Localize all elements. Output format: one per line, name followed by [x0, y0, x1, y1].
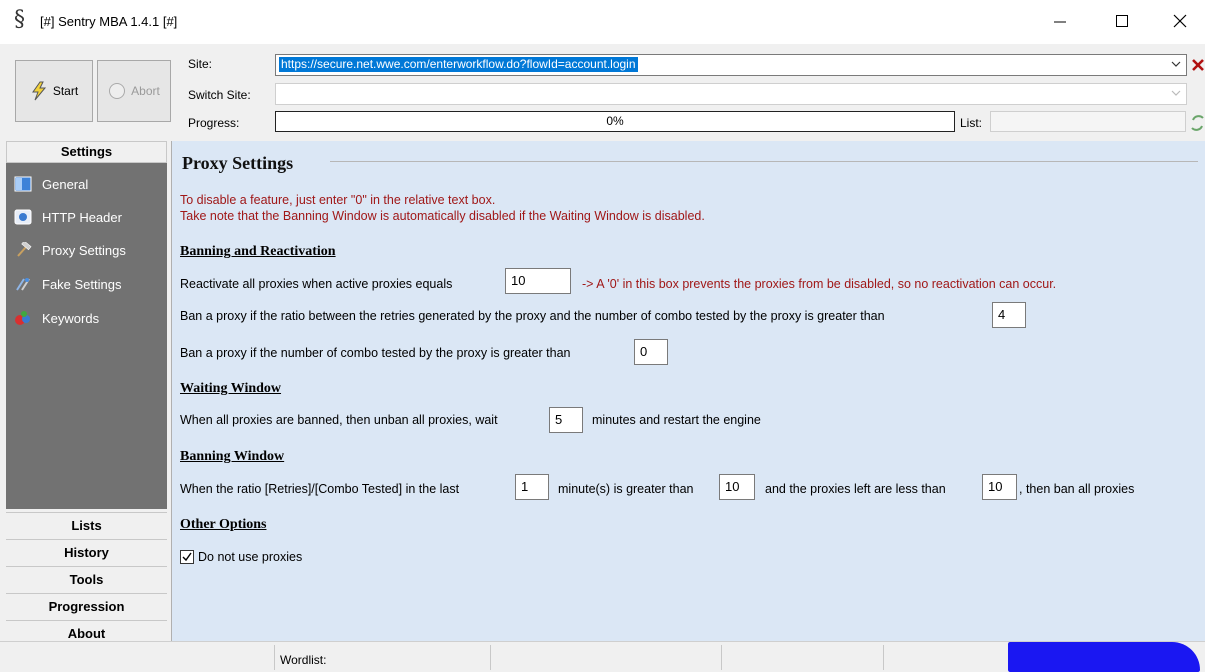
- status-divider: [274, 645, 275, 670]
- title-divider: [330, 161, 1198, 162]
- maximize-button[interactable]: [1102, 6, 1142, 36]
- banning-window-text-1: When the ratio [Retries]/[Combo Tested] …: [180, 482, 460, 496]
- banning-window-text-2: minute(s) is greater than: [558, 482, 694, 496]
- site-combobox[interactable]: https://secure.net.wwe.com/enterworkflow…: [275, 54, 1187, 76]
- sidebar-item-label: Keywords: [42, 310, 100, 326]
- redaction-mark: [1008, 642, 1200, 672]
- window-title: [#] Sentry MBA 1.4.1 [#]: [40, 14, 178, 29]
- list-label: List:: [960, 116, 983, 130]
- ratio-text: Ban a proxy if the ratio between the ret…: [180, 309, 885, 323]
- refresh-icon[interactable]: [1190, 112, 1205, 134]
- status-divider: [490, 645, 491, 670]
- reactivate-input[interactable]: 10: [505, 268, 571, 294]
- fake-settings-icon: [16, 278, 30, 291]
- sidebar-item-label: Fake Settings: [42, 276, 122, 292]
- section-heading-banning: Banning and Reactivation: [180, 244, 336, 259]
- banning-window-proxies-input[interactable]: 10: [982, 474, 1017, 500]
- reactivate-text: Reactivate all proxies when active proxi…: [180, 277, 453, 291]
- chevron-down-icon: [1171, 90, 1181, 96]
- sidebar-header-settings[interactable]: Settings: [6, 141, 167, 163]
- no-proxies-label: Do not use proxies: [198, 550, 303, 564]
- close-button[interactable]: [1160, 6, 1200, 36]
- no-proxies-checkbox[interactable]: [180, 550, 194, 564]
- warning-line-1: To disable a feature, just enter "0" in …: [180, 193, 496, 207]
- sidebar-item-http-header[interactable]: HTTP Header: [6, 202, 167, 232]
- wordlist-label: Wordlist:: [280, 653, 327, 667]
- chevron-down-icon: [1171, 61, 1181, 67]
- sidebar-item-general[interactable]: General: [6, 169, 167, 199]
- sidebar: Settings General HTTP Header Proxy Setti…: [6, 141, 167, 647]
- sidebar-header-tools[interactable]: Tools: [6, 566, 167, 593]
- http-header-icon: [14, 209, 32, 225]
- progress-value: 0%: [606, 114, 624, 128]
- start-button[interactable]: Start: [15, 60, 93, 122]
- sidebar-header-lists[interactable]: Lists: [6, 512, 167, 539]
- general-icon: [14, 176, 32, 192]
- combo-text: Ban a proxy if the number of combo teste…: [180, 346, 571, 360]
- hammer-icon: [17, 242, 32, 257]
- sidebar-header-progression[interactable]: Progression: [6, 593, 167, 620]
- abort-label: Abort: [131, 84, 160, 98]
- proxy-settings-panel: Proxy Settings To disable a feature, jus…: [171, 141, 1205, 641]
- minimize-icon: [1054, 21, 1066, 23]
- sidebar-item-fake-settings[interactable]: Fake Settings: [6, 269, 167, 299]
- sidebar-item-label: HTTP Header: [42, 209, 122, 225]
- delete-site-icon[interactable]: [1191, 58, 1205, 72]
- waiting-text-after: minutes and restart the engine: [592, 413, 761, 427]
- site-url: https://secure.net.wwe.com/enterworkflow…: [279, 57, 638, 72]
- sidebar-header-history[interactable]: History: [6, 539, 167, 566]
- sidebar-item-keywords[interactable]: Keywords: [6, 303, 167, 333]
- warning-line-2: Take note that the Banning Window is aut…: [180, 209, 705, 223]
- status-divider: [883, 645, 884, 670]
- section-heading-waiting: Waiting Window: [180, 381, 282, 396]
- site-label: Site:: [188, 57, 213, 71]
- banning-window-minutes-input[interactable]: 1: [515, 474, 549, 500]
- list-field[interactable]: [990, 111, 1186, 132]
- lightning-icon: [31, 81, 46, 101]
- switch-site-combobox[interactable]: [275, 83, 1187, 105]
- abort-button[interactable]: Abort: [97, 60, 171, 122]
- banning-window-text-3: and the proxies left are less than: [765, 482, 946, 496]
- switch-site-label: Switch Site:: [188, 88, 251, 102]
- waiting-text-before: When all proxies are banned, then unban …: [180, 413, 498, 427]
- settings-panel: General HTTP Header Proxy Settings Fake …: [6, 163, 167, 509]
- section-heading-banning-window: Banning Window: [180, 449, 285, 464]
- keywords-icon: [15, 311, 30, 325]
- abort-icon: [109, 83, 126, 99]
- maximize-icon: [1116, 15, 1128, 27]
- no-proxies-checkbox-row[interactable]: Do not use proxies: [180, 550, 302, 564]
- waiting-minutes-input[interactable]: 5: [549, 407, 583, 433]
- page-title: Proxy Settings: [182, 153, 294, 173]
- ratio-input[interactable]: 4: [992, 302, 1026, 328]
- progress-bar: 0%: [275, 111, 955, 132]
- title-bar: § [#] Sentry MBA 1.4.1 [#]: [0, 0, 1205, 44]
- close-icon: [1173, 14, 1187, 28]
- dollar-s-icon: §: [14, 7, 25, 32]
- start-label: Start: [52, 84, 79, 98]
- sidebar-item-label: General: [42, 176, 89, 192]
- banning-window-ratio-input[interactable]: 10: [719, 474, 755, 500]
- status-divider: [721, 645, 722, 670]
- minimize-button[interactable]: [1040, 6, 1080, 36]
- section-heading-other-options: Other Options: [180, 517, 267, 532]
- combo-input[interactable]: 0: [634, 339, 668, 365]
- reactivate-note: -> A '0' in this box prevents the proxie…: [582, 277, 1057, 291]
- sidebar-item-proxy-settings[interactable]: Proxy Settings: [6, 235, 167, 265]
- banning-window-text-4: , then ban all proxies: [1019, 482, 1135, 496]
- sidebar-item-label: Proxy Settings: [42, 242, 126, 258]
- status-bar: Wordlist:: [0, 641, 1205, 672]
- progress-label: Progress:: [188, 116, 240, 130]
